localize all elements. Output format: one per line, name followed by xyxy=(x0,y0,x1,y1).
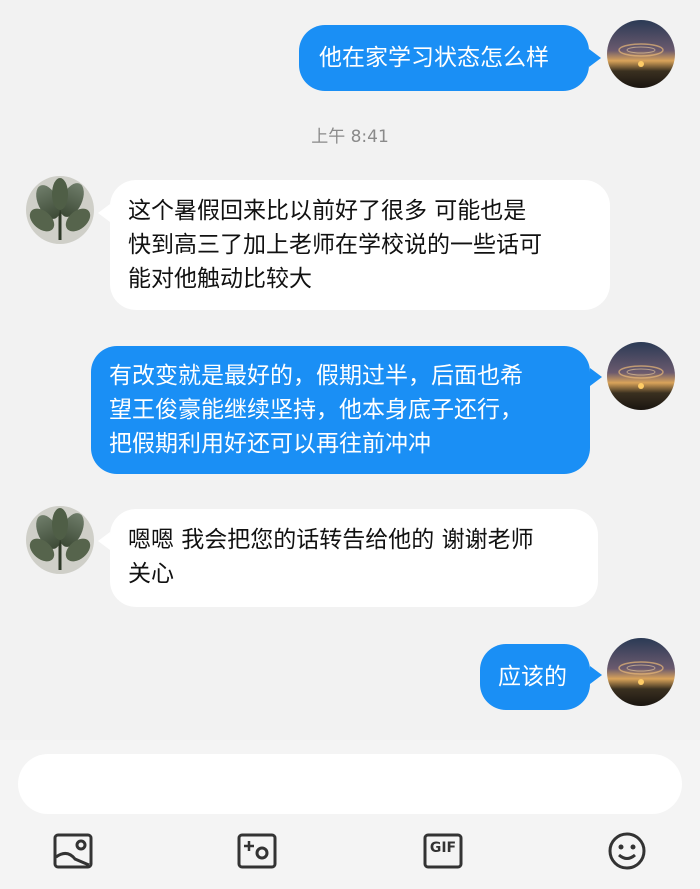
outgoing-message[interactable]: 应该的 xyxy=(480,644,590,710)
message-line: 有改变就是最好的，假期过半，后面也希 xyxy=(109,363,523,389)
plant-avatar-icon xyxy=(26,176,94,244)
timestamp: 上午 8:41 xyxy=(311,127,389,147)
message-line: 能对他触动比较大 xyxy=(128,266,312,292)
image-icon xyxy=(53,833,93,869)
bubble-tail xyxy=(590,368,602,386)
message-line: 望王俊豪能继续坚持，他本身底子还行， xyxy=(109,397,523,423)
gif-button[interactable]: GIF xyxy=(423,831,463,871)
message-line: 这个暑假回来比以前好了很多 可能也是 xyxy=(128,198,527,224)
avatar-self[interactable] xyxy=(607,638,675,706)
composer-bar: GIF xyxy=(0,740,700,889)
gif-label: GIF xyxy=(429,840,457,856)
message-input[interactable] xyxy=(18,754,682,814)
message-text: 应该的 xyxy=(498,664,567,690)
incoming-message[interactable]: 嗯嗯 我会把您的话转告给他的 谢谢老师 关心 xyxy=(110,509,598,607)
message-line: 关心 xyxy=(128,561,174,587)
camera-icon xyxy=(237,833,277,869)
camera-button[interactable] xyxy=(237,831,277,871)
message-line: 嗯嗯 我会把您的话转告给他的 谢谢老师 xyxy=(128,527,534,553)
sunset-avatar-icon xyxy=(607,638,675,706)
outgoing-message[interactable]: 有改变就是最好的，假期过半，后面也希 望王俊豪能继续坚持，他本身底子还行， 把假… xyxy=(91,346,590,474)
sunset-avatar-icon xyxy=(607,20,675,88)
avatar-self[interactable] xyxy=(607,20,675,88)
sunset-avatar-icon xyxy=(607,342,675,410)
chat-area: 他在家学习状态怎么样 上午 8:41 这个暑假回来比以前好了很多 可能也是 快到… xyxy=(0,0,700,740)
bubble-tail xyxy=(590,666,602,684)
emoji-button[interactable] xyxy=(607,831,647,871)
avatar-contact[interactable] xyxy=(26,176,94,244)
message-text: 他在家学习状态怎么样 xyxy=(319,45,549,71)
message-line: 把假期利用好还可以再往前冲冲 xyxy=(109,431,431,457)
message-line: 快到高三了加上老师在学校说的一些话可 xyxy=(128,232,542,258)
avatar-self[interactable] xyxy=(607,342,675,410)
emoji-icon xyxy=(608,832,646,870)
image-button[interactable] xyxy=(53,831,93,871)
outgoing-message[interactable]: 他在家学习状态怎么样 xyxy=(299,25,589,91)
avatar-contact[interactable] xyxy=(26,506,94,574)
incoming-message[interactable]: 这个暑假回来比以前好了很多 可能也是 快到高三了加上老师在学校说的一些话可 能对… xyxy=(110,180,610,310)
bubble-tail xyxy=(589,49,601,67)
bubble-tail xyxy=(98,204,110,222)
bubble-tail xyxy=(98,532,110,550)
plant-avatar-icon xyxy=(26,506,94,574)
